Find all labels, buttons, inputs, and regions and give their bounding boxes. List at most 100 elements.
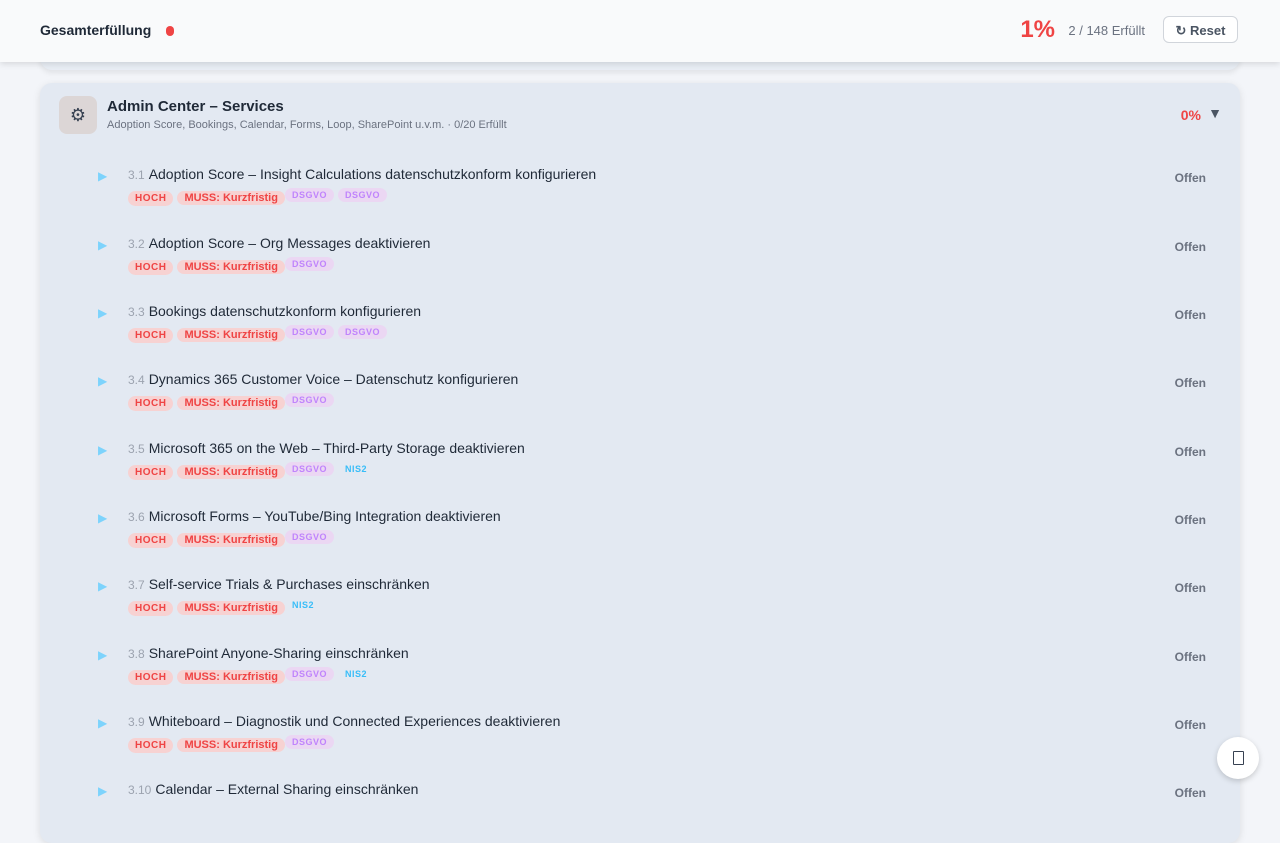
item-heading: 3.7 Self-service Trials & Purchases einsc… <box>128 576 430 594</box>
item-heading: 3.5 Microsoft 365 on the Web – Third-Part… <box>128 440 525 458</box>
expand-arrow-icon[interactable]: ▶ <box>98 648 107 662</box>
status-badge[interactable]: Offen <box>1175 718 1206 732</box>
item-number: 3.9 <box>128 715 145 729</box>
tag-group: HOCH MUSS: Kurzfristig DSGVO DSGVO <box>128 188 391 206</box>
status-badge[interactable]: Offen <box>1175 786 1206 800</box>
status-badge[interactable]: Offen <box>1175 650 1206 664</box>
item-heading: 3.6 Microsoft Forms – YouTube/Bing Integr… <box>128 508 501 526</box>
priority-badge: HOCH <box>128 738 174 753</box>
tag-group: HOCH MUSS: Kurzfristig DSGVO <box>128 393 338 411</box>
reset-button[interactable]: ↻ Reset <box>1163 16 1238 43</box>
item-title[interactable]: Calendar – External Sharing einschränken <box>155 781 418 797</box>
priority-badge: HOCH <box>128 328 174 343</box>
chevron-down-icon[interactable]: ▼ <box>1208 105 1222 121</box>
item-heading: 3.9 Whiteboard – Diagnostik und Connected… <box>128 713 560 731</box>
expand-arrow-icon[interactable]: ▶ <box>98 716 107 730</box>
status-badge[interactable]: Offen <box>1175 445 1206 459</box>
item-title[interactable]: Bookings datenschutzkonform konfiguriere… <box>149 303 421 319</box>
tag-group: HOCH MUSS: Kurzfristig DSGVO <box>128 257 338 275</box>
dsgvo-badge: DSGVO <box>284 735 334 749</box>
list-item[interactable]: ▶ 3.8 SharePoint Anyone-Sharing einschränk… <box>40 642 1240 702</box>
status-badge[interactable]: Offen <box>1175 513 1206 527</box>
expand-arrow-icon[interactable]: ▶ <box>98 169 107 183</box>
item-title[interactable]: Adoption Score – Insight Calculations da… <box>149 166 596 182</box>
item-title[interactable]: Microsoft Forms – YouTube/Bing Integrati… <box>149 508 501 524</box>
overall-title: Gesamterfüllung <box>40 22 152 38</box>
gear-icon: ⚙ <box>59 96 97 134</box>
priority-badge: HOCH <box>128 191 174 206</box>
priority-badge: HOCH <box>128 260 174 275</box>
item-number: 3.10 <box>128 783 152 797</box>
list-item[interactable]: ▶ 3.6 Microsoft Forms – YouTube/Bing Integ… <box>40 505 1240 565</box>
dsgvo-badge: DSGVO <box>284 325 334 339</box>
section-subtitle: Adoption Score, Bookings, Calendar, Form… <box>107 119 507 131</box>
dsgvo-badge: DSGVO <box>284 393 334 407</box>
tag-group: HOCH MUSS: Kurzfristig NIS2 <box>128 600 321 616</box>
status-badge[interactable]: Offen <box>1175 308 1206 322</box>
item-heading: 3.4 Dynamics 365 Customer Voice – Datensc… <box>128 371 518 389</box>
list-item[interactable]: ▶ 3.1 Adoption Score – Insight Calculation… <box>40 163 1240 223</box>
item-title[interactable]: Adoption Score – Org Messages deaktivier… <box>149 235 431 251</box>
list-item[interactable]: ▶ 3.7 Self-service Trials & Purchases eins… <box>40 573 1240 633</box>
status-badge[interactable]: Offen <box>1175 240 1206 254</box>
expand-arrow-icon[interactable]: ▶ <box>98 511 107 525</box>
item-heading: 3.2 Adoption Score – Org Messages deaktiv… <box>128 235 430 253</box>
item-number: 3.5 <box>128 442 145 456</box>
priority-badge: HOCH <box>128 396 174 411</box>
requirement-badge: MUSS: Kurzfristig <box>177 260 285 274</box>
item-heading: 3.10 Calendar – External Sharing einschrä… <box>128 781 418 799</box>
tag-group: HOCH MUSS: Kurzfristig DSGVO <box>128 530 338 548</box>
item-heading: 3.8 SharePoint Anyone-Sharing einschränke… <box>128 645 409 663</box>
expand-arrow-icon[interactable]: ▶ <box>98 238 107 252</box>
requirement-badge: MUSS: Kurzfristig <box>177 533 285 547</box>
item-title[interactable]: Self-service Trials & Purchases einschrä… <box>149 576 430 592</box>
item-title[interactable]: Microsoft 365 on the Web – Third-Party S… <box>149 440 525 456</box>
item-title[interactable]: SharePoint Anyone-Sharing einschränken <box>149 645 409 661</box>
item-number: 3.1 <box>128 168 145 182</box>
requirement-badge: MUSS: Kurzfristig <box>177 328 285 342</box>
item-number: 3.2 <box>128 237 145 251</box>
nis2-badge: NIS2 <box>291 600 314 610</box>
expand-arrow-icon[interactable]: ▶ <box>98 374 107 388</box>
item-number: 3.8 <box>128 647 145 661</box>
progress-header: Gesamterfüllung 1% 2 / 148 Erfüllt ↻ Res… <box>0 0 1280 62</box>
expand-arrow-icon[interactable]: ▶ <box>98 306 107 320</box>
expand-arrow-icon[interactable]: ▶ <box>98 443 107 457</box>
list-item[interactable]: ▶ 3.2 Adoption Score – Org Messages deakti… <box>40 232 1240 292</box>
expand-arrow-icon[interactable]: ▶ <box>98 579 107 593</box>
progress-indicator <box>166 26 174 36</box>
priority-badge: HOCH <box>128 670 174 685</box>
priority-badge: HOCH <box>128 465 174 480</box>
dsgvo-badge: DSGVO <box>284 462 334 476</box>
item-heading: 3.1 Adoption Score – Insight Calculations… <box>128 166 596 184</box>
item-title[interactable]: Dynamics 365 Customer Voice – Datenschut… <box>149 371 519 387</box>
item-title[interactable]: Whiteboard – Diagnostik und Connected Ex… <box>149 713 561 729</box>
status-badge[interactable]: Offen <box>1175 376 1206 390</box>
item-number: 3.3 <box>128 305 145 319</box>
floating-action-button[interactable] <box>1217 737 1259 779</box>
tag-group: HOCH MUSS: Kurzfristig DSGVO NIS2 <box>128 462 374 480</box>
expand-arrow-icon[interactable]: ▶ <box>98 784 107 798</box>
requirement-badge: MUSS: Kurzfristig <box>177 738 285 752</box>
priority-badge: HOCH <box>128 533 174 548</box>
tag-group: HOCH MUSS: Kurzfristig DSGVO DSGVO <box>128 325 391 343</box>
requirement-badge: MUSS: Kurzfristig <box>177 465 285 479</box>
nis2-badge: NIS2 <box>344 669 367 679</box>
list-item[interactable]: ▶ 3.10 Calendar – External Sharing einschr… <box>40 778 1240 838</box>
nis2-badge: NIS2 <box>344 464 367 474</box>
list-item[interactable]: ▶ 3.3 Bookings datenschutzkonform konfigur… <box>40 300 1240 360</box>
status-badge[interactable]: Offen <box>1175 581 1206 595</box>
list-item[interactable]: ▶ 3.9 Whiteboard – Diagnostik und Connecte… <box>40 710 1240 770</box>
list-item[interactable]: ▶ 3.4 Dynamics 365 Customer Voice – Datens… <box>40 368 1240 428</box>
requirement-badge: MUSS: Kurzfristig <box>177 601 285 615</box>
section-title[interactable]: Admin Center – Services <box>107 98 284 115</box>
dsgvo-badge: DSGVO <box>337 188 387 202</box>
section-percent: 0% <box>1180 107 1201 123</box>
fulfilled-count: 2 / 148 Erfüllt <box>1068 23 1145 38</box>
status-badge[interactable]: Offen <box>1175 171 1206 185</box>
item-heading: 3.3 Bookings datenschutzkonform konfiguri… <box>128 303 421 321</box>
dsgvo-badge: DSGVO <box>284 257 334 271</box>
dsgvo-badge: DSGVO <box>337 325 387 339</box>
dsgvo-badge: DSGVO <box>284 188 334 202</box>
list-item[interactable]: ▶ 3.5 Microsoft 365 on the Web – Third-Par… <box>40 437 1240 497</box>
